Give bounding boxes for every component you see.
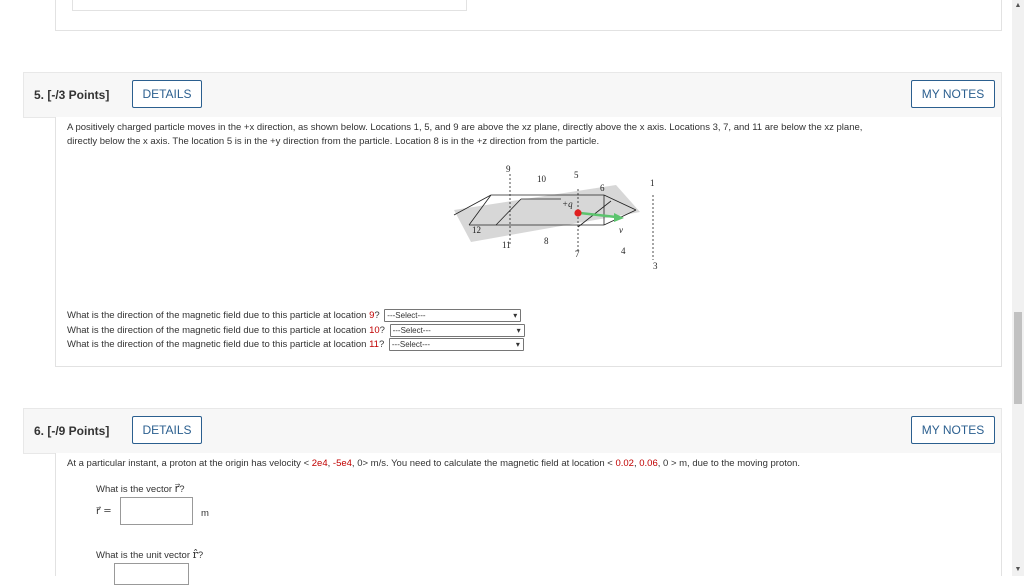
question-5-points: 5. [-/3 Points] xyxy=(34,88,110,102)
direction-select-10[interactable]: ---Select--- ▾ xyxy=(389,324,525,337)
velocity-x: 2e4 xyxy=(311,458,328,469)
location-11: 11 xyxy=(369,339,379,351)
previous-input-area xyxy=(72,0,467,11)
positive-charge xyxy=(574,209,582,217)
location-label-7: 7 xyxy=(575,249,580,259)
question-5-row-11: What is the direction of the magnetic fi… xyxy=(67,338,524,352)
question-5-row-9: What is the direction of the magnetic fi… xyxy=(67,309,522,323)
particle-figure: 9 10 5 6 1 2 +q 12 11 8 7 4 3 v xyxy=(453,165,658,271)
location-10: 10 xyxy=(369,325,380,337)
question-6-points: 6. [-/9 Points] xyxy=(34,424,110,438)
unit-vector-question: What is the unit vector r̂? xyxy=(96,548,204,561)
page-scrollbar[interactable]: ▲ ▼ xyxy=(1012,0,1024,576)
question-5-body: A positively charged particle moves in t… xyxy=(55,117,1002,367)
question-5-text-line2: directly below the x axis. The location … xyxy=(67,136,600,147)
direction-select-11[interactable]: ---Select--- ▾ xyxy=(388,338,524,351)
question-5-text: A positively charged particle moves in t… xyxy=(67,121,992,149)
location-x: 0.02 xyxy=(615,458,634,469)
velocity-y: -5e4 xyxy=(332,458,352,469)
chevron-down-icon: ▾ xyxy=(513,311,518,320)
chevron-down-icon: ▾ xyxy=(516,326,521,335)
unit-vector-input[interactable] xyxy=(114,563,189,585)
direction-select-9[interactable]: ---Select--- ▾ xyxy=(384,309,522,322)
r-vector-unit: m xyxy=(201,508,209,519)
location-label-1: 1 xyxy=(650,178,655,188)
chevron-down-icon: ▾ xyxy=(515,340,520,349)
previous-question-panel xyxy=(55,0,1002,31)
location-label-6: 6 xyxy=(600,183,605,193)
r-vector-label: r⃗ = xyxy=(96,506,112,517)
vector-question: What is the vector r⃗? xyxy=(96,482,185,495)
location-label-3: 3 xyxy=(653,261,658,271)
location-y: 0.06 xyxy=(639,458,658,469)
scrollbar-thumb[interactable] xyxy=(1014,312,1022,404)
xz-plane xyxy=(454,185,640,242)
location-label-4: 4 xyxy=(621,246,626,256)
question-5-text-line1: A positively charged particle moves in t… xyxy=(67,122,863,133)
scroll-up-icon[interactable]: ▲ xyxy=(1012,0,1024,12)
my-notes-button[interactable]: MY NOTES xyxy=(911,80,995,108)
location-label-10: 10 xyxy=(537,174,547,184)
details-button[interactable]: DETAILS xyxy=(132,416,202,444)
location-label-9: 9 xyxy=(506,165,511,174)
scroll-down-icon[interactable]: ▼ xyxy=(1012,564,1024,576)
location-label-12: 12 xyxy=(472,225,481,235)
my-notes-button[interactable]: MY NOTES xyxy=(911,416,995,444)
question-5-row-10: What is the direction of the magnetic fi… xyxy=(67,324,525,338)
location-label-8: 8 xyxy=(544,236,549,246)
question-5-header: 5. [-/3 Points] DETAILS MY NOTES xyxy=(23,72,1002,118)
question-6-body: At a particular instant, a proton at the… xyxy=(55,453,1002,585)
charge-label: +q xyxy=(562,199,573,209)
question-6-text: At a particular instant, a proton at the… xyxy=(67,458,801,469)
velocity-label: v xyxy=(619,225,623,235)
question-6-header: 6. [-/9 Points] DETAILS MY NOTES xyxy=(23,408,1002,454)
r-vector-input[interactable] xyxy=(120,497,193,525)
location-label-11: 11 xyxy=(502,240,511,250)
details-button[interactable]: DETAILS xyxy=(132,80,202,108)
location-label-5: 5 xyxy=(574,170,579,180)
